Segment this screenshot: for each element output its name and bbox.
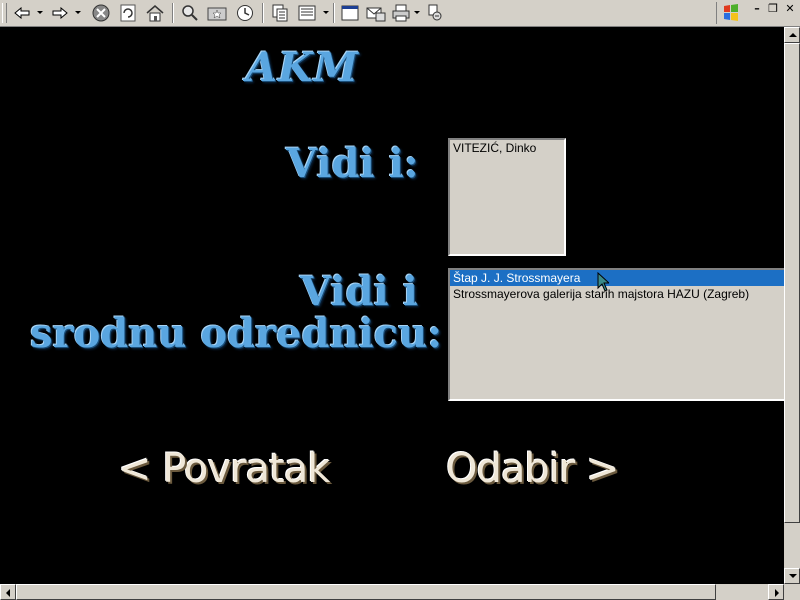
mouse-pointer-icon <box>597 272 609 292</box>
restore-button[interactable]: ❐ <box>765 2 781 16</box>
select-button[interactable]: Odabir > <box>446 446 620 492</box>
scroll-up-icon[interactable] <box>784 27 800 43</box>
scroll-left-icon[interactable] <box>0 584 16 600</box>
back-icon[interactable] <box>10 2 34 24</box>
horizontal-scrollbar[interactable] <box>0 584 784 600</box>
see-also-label: Vidi i: <box>286 140 419 187</box>
related-label-line2: srodnu odrednicu: <box>30 310 442 357</box>
list-item[interactable]: VITEZIĆ, Dinko <box>450 140 564 156</box>
related-label-line1: Vidi i <box>300 268 418 315</box>
back-button[interactable]: < Povratak <box>118 446 330 492</box>
scroll-down-icon[interactable] <box>784 568 800 584</box>
stop-icon[interactable] <box>90 2 112 24</box>
back-dropdown-icon[interactable] <box>36 2 44 24</box>
search-icon[interactable] <box>178 2 202 24</box>
forward-dropdown-icon[interactable] <box>74 2 82 24</box>
list-item-selected[interactable]: Štap J. J. Strossmayera <box>450 270 786 286</box>
close-button[interactable]: ✕ <box>782 2 798 16</box>
related-listbox[interactable]: Štap J. J. Strossmayera Strossmayerova g… <box>448 268 788 401</box>
page-title: AKM <box>246 44 360 91</box>
toolbar-separator <box>262 3 264 23</box>
print-dropdown-icon[interactable] <box>413 2 421 24</box>
scroll-right-icon[interactable] <box>768 584 784 600</box>
edit-dropdown-icon[interactable] <box>322 2 330 24</box>
scrollbar-corner <box>784 584 800 600</box>
translate-icon[interactable] <box>424 2 446 24</box>
forward-icon[interactable] <box>48 2 72 24</box>
toolbar-separator <box>172 3 174 23</box>
horizontal-scroll-thumb[interactable] <box>16 584 716 600</box>
favorites-icon[interactable] <box>205 2 229 24</box>
home-icon[interactable] <box>143 2 167 24</box>
toolbar-separator <box>333 3 335 23</box>
toolbar-grip[interactable] <box>2 3 7 23</box>
vertical-scrollbar[interactable] <box>784 27 800 584</box>
browser-toolbar: – ❐ ✕ <box>0 0 800 27</box>
print-icon[interactable] <box>390 2 412 24</box>
see-also-listbox[interactable]: VITEZIĆ, Dinko <box>448 138 566 256</box>
history-icon[interactable] <box>233 2 257 24</box>
mail-icon[interactable] <box>364 2 388 24</box>
vertical-scroll-thumb[interactable] <box>784 43 800 523</box>
windows-logo-icon <box>716 2 743 24</box>
fullscreen-icon[interactable] <box>338 2 362 24</box>
edit-icon[interactable] <box>296 2 318 24</box>
refresh-icon[interactable] <box>117 2 139 24</box>
copy-icon[interactable] <box>268 2 292 24</box>
minimize-button[interactable]: – <box>749 2 765 16</box>
list-item[interactable]: Strossmayerova galerija starih majstora … <box>450 286 786 302</box>
